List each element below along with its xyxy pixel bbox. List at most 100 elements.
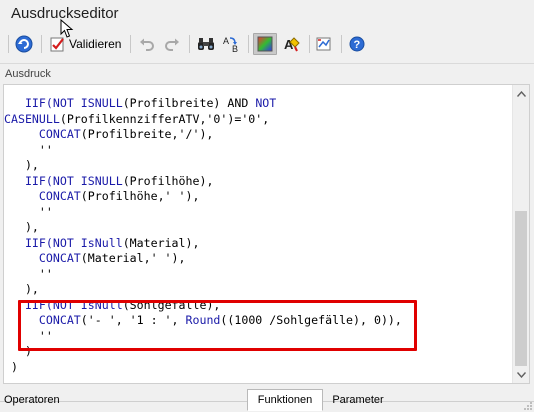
expression-editor[interactable]: IIF(NOT ISNULL(Profilbreite) AND NOT CASE… [3,84,530,384]
code-text: ('- ', '1 : ', [80,313,186,327]
code-keyword: Round [185,313,221,327]
toolbar-divider [0,63,534,64]
format-button[interactable]: A [281,33,303,55]
settings-chart-icon [316,37,331,51]
tab-parameters[interactable]: Parameter [326,389,390,411]
syntax-color-button[interactable] [253,33,277,55]
code-text: '' [4,266,53,281]
code-line: CONCAT('- ', '1 : ', Round((1000 /Sohlge… [4,313,402,329]
toolbar-separator [309,35,310,53]
code-text: '' [4,328,53,343]
code-text: (Profilhöhe,' '), [80,189,200,203]
code-line: CONCAT(Material,' '), [4,251,402,267]
redo-button[interactable] [162,33,182,55]
undo-button[interactable] [137,33,157,55]
code-text: (Material,' '), [80,251,186,265]
code-text: '' [4,142,53,157]
code-line: ), [4,282,402,298]
code-text: ), [4,220,39,234]
code-line: ) [4,344,402,360]
validate-label: Validieren [69,37,122,51]
svg-text:B: B [232,44,238,53]
back-arrow-icon [15,35,33,53]
code-text: (Profilbreite) AND [122,96,256,110]
code-line: IIF(NOT ISNULL(Profilbreite) AND NOT [4,96,402,112]
code-line: ), [4,220,402,236]
svg-text:?: ? [354,39,361,51]
code-keyword: IIF( [4,173,53,188]
scroll-thumb[interactable] [515,211,527,366]
toolbar-separator [8,35,9,53]
code-text: ) [4,344,32,358]
code-line: '' [4,143,402,159]
resize-grip-icon[interactable] [523,401,533,411]
code-keyword: IIF( [4,235,53,250]
replace-icon: A B [223,36,238,53]
toolbar-separator [189,35,190,53]
code-keyword: CASENULL [4,111,60,126]
code-line: IIF(NOT ISNULL(Profilhöhe), [4,174,402,190]
code-text: (Material), [122,235,200,250]
code-line: ), [4,158,402,174]
code-line: '' [4,205,402,221]
code-line: '' [4,329,402,345]
code-text: (Profilhöhe), [122,173,214,188]
back-button[interactable] [13,33,35,55]
code-line: ) [4,360,402,376]
code-keyword: CONCAT [38,313,81,327]
expression-section-label: Ausdruck [5,68,51,80]
code-keyword: NOT IsNull [52,297,123,312]
code-text: ), [4,282,39,296]
scroll-up-button[interactable] [513,85,529,102]
help-button[interactable]: ? [347,33,367,55]
binoculars-icon [198,38,214,50]
code-keyword: CONCAT [38,251,81,265]
scroll-down-button[interactable] [513,366,529,383]
code-line: IIF(NOT IsNull(Sohlgefälle), [4,298,402,314]
code-line: '' [4,267,402,283]
chevron-down-icon [517,371,526,378]
redo-icon [165,38,179,51]
code-line: CASENULL(ProfilkennzifferATV,'0')='0', [4,112,402,128]
svg-text:A: A [223,36,229,46]
code-line: CONCAT(Profilbreite,'/'), [4,127,402,143]
replace-button[interactable]: A B [222,33,242,55]
tab-operators[interactable]: Operatoren [4,389,62,411]
chevron-up-icon [517,90,526,97]
code-keyword: CONCAT [38,127,81,141]
code-text: ), [4,158,39,172]
find-button[interactable] [196,33,216,55]
toolbar: Validieren A B A ? [0,31,534,57]
code-line: CONCAT(Profilhöhe,' '), [4,189,402,205]
code-keyword: NOT IsNull [52,235,123,250]
code-keyword: NOT [255,96,277,110]
code-keyword: NOT ISNULL [52,173,123,188]
tab-functions[interactable]: Funktionen [247,389,323,411]
validate-check-icon [50,37,64,52]
code-text: ) [4,359,18,374]
color-palette-icon [257,36,273,52]
undo-icon [140,38,154,51]
code-text: ((1000 /Sohlgefälle), 0)), [220,313,402,327]
toolbar-separator [341,35,342,53]
code-keyword: NOT ISNULL [52,96,123,110]
vertical-scrollbar[interactable] [512,85,529,383]
code-area[interactable]: IIF(NOT ISNULL(Profilbreite) AND NOT CASE… [4,96,402,375]
toolbar-separator [248,35,249,53]
code-text: (ProfilkennzifferATV,'0')='0', [59,111,270,126]
validate-button[interactable]: Validieren [50,33,121,55]
help-icon: ? [349,36,365,52]
code-text: '' [4,204,53,219]
toolbar-separator [41,35,42,53]
settings-button[interactable] [314,33,334,55]
code-line: IIF(NOT IsNull(Material), [4,236,402,252]
toolbar-separator [130,35,131,53]
code-text: (Profilbreite,'/'), [80,127,214,141]
code-keyword: IIF( [4,297,53,312]
font-format-icon: A [284,37,300,52]
code-keyword: IIF( [4,96,53,110]
code-text: (Sohlgefälle), [122,297,221,312]
